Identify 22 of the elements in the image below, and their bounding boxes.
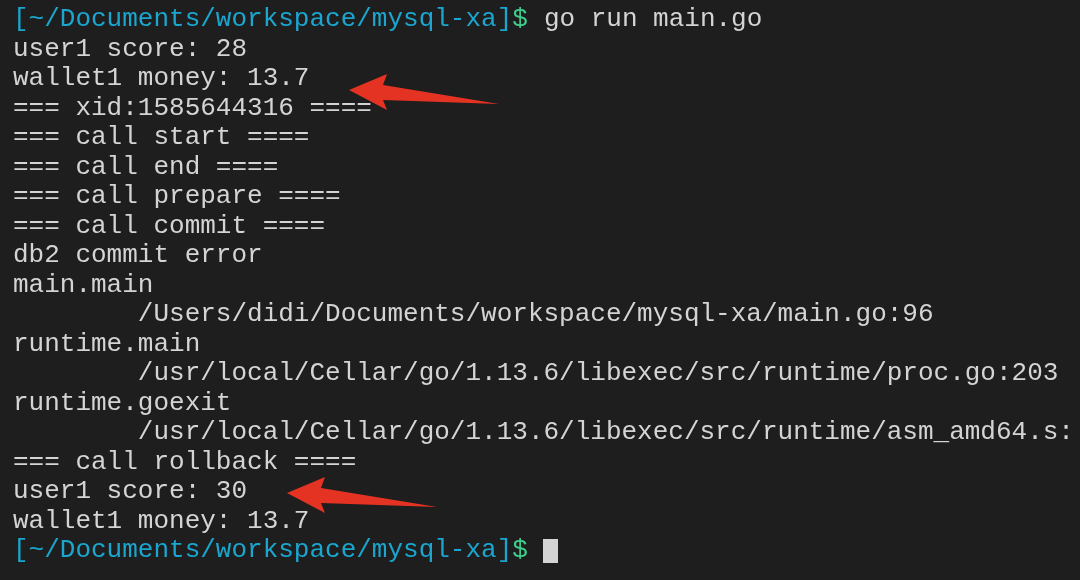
output-line: === call commit ==== [13,211,326,241]
output-line: wallet1 money: 13.7 [13,506,310,536]
output-line: /usr/local/Cellar/go/1.13.6/libexec/src/runtime/asm_amd64.s: [136,418,1074,448]
output-line: /usr/local/Cellar/go/1.13.6/libexec/src/runtime/proc.go:203 [136,359,1059,389]
output-line: /Users/didi/Documents/workspace/mysql-xa/main.go:96 [136,300,934,330]
output-line: === call prepare ==== [13,182,341,212]
output-line: db2 commit error [13,241,263,271]
output-line: === xid:1585644316 ==== [13,93,372,123]
output-line: runtime.goexit [13,388,232,418]
command-text: go run main.go [543,5,763,35]
prompt-symbol: $ [512,5,528,35]
prompt-symbol: $ [512,536,528,566]
output-line: === call start ==== [13,123,310,153]
output-line: main.main [13,270,154,300]
prompt-path: [~/Documents/workspace/mysql-xa] [13,5,513,35]
prompt-path: [~/Documents/workspace/mysql-xa] [13,536,513,566]
output-line: user1 score: 28 [13,34,248,64]
output-line: runtime.main [13,329,201,359]
output-line: === call end ==== [13,152,279,182]
output-line: user1 score: 30 [13,477,248,507]
output-line: wallet1 money: 13.7 [13,64,310,94]
output-line: === call rollback ==== [13,447,357,477]
